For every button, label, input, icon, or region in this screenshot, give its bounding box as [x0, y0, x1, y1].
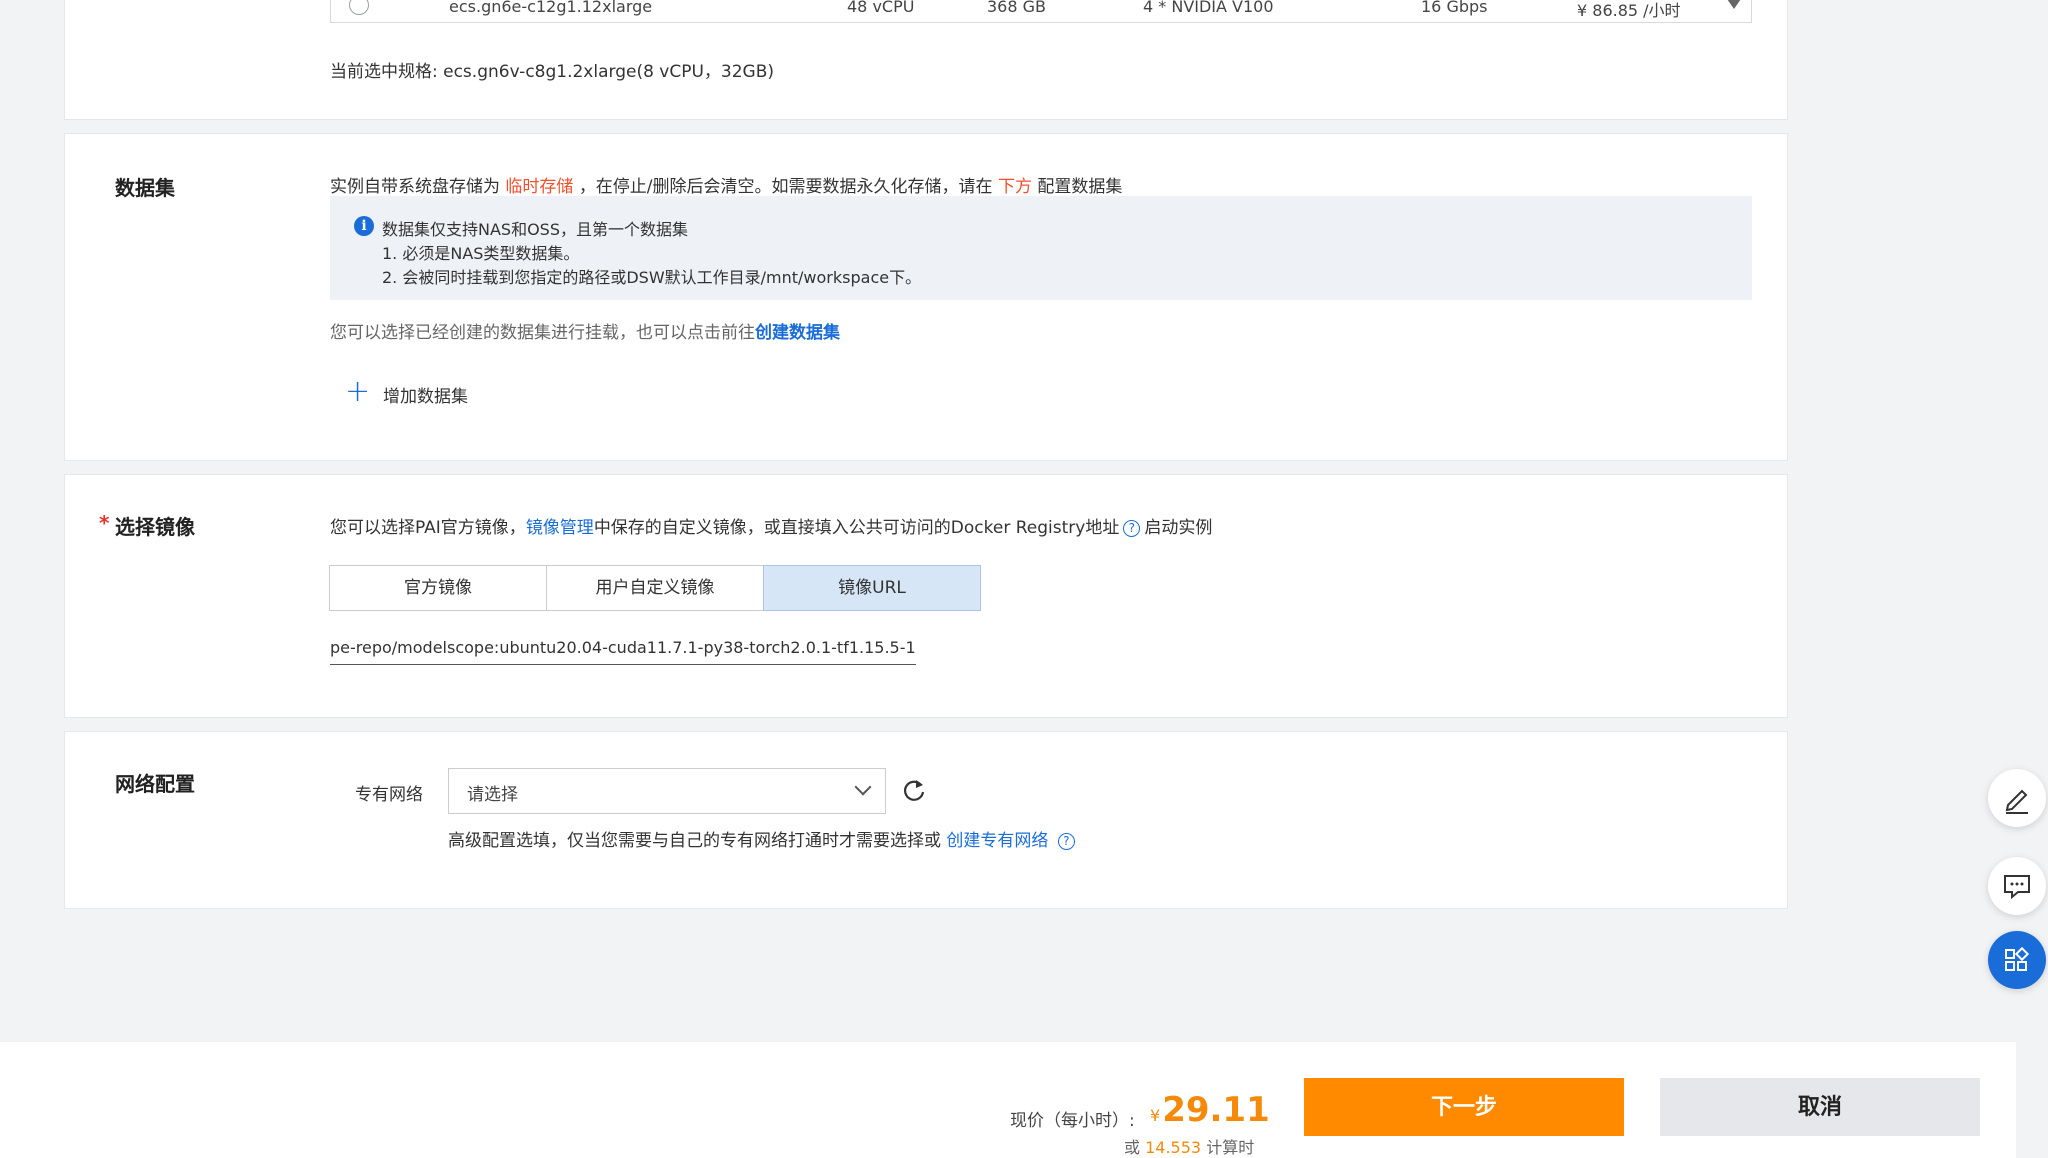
- dataset-desc: 实例自带系统盘存储为 临时存储 ，在停止/删除后会清空。如需要数据永久化存储，请…: [330, 172, 1122, 197]
- create-vpc-link[interactable]: 创建专有网络: [946, 831, 1048, 851]
- tab-custom-image[interactable]: 用户自定义镜像: [546, 565, 764, 611]
- price-currency: ¥: [1150, 1106, 1161, 1125]
- cancel-button[interactable]: 取消: [1660, 1078, 1980, 1136]
- network-card: 网络配置 专有网络 请选择 高级配置选填，仅当您需要与自己的专有网络打通时才需要…: [64, 731, 1788, 909]
- price-alt-value: 14.553: [1145, 1138, 1202, 1157]
- image-desc-middle: 中保存的自定义镜像，或直接填入公共可访问的Docker Registry地址: [593, 518, 1120, 538]
- dataset-card: 数据集 实例自带系统盘存储为 临时存储 ，在停止/删除后会清空。如需要数据永久化…: [64, 133, 1788, 461]
- pencil-icon: [2005, 789, 2028, 814]
- vpc-select[interactable]: 请选择: [448, 768, 886, 814]
- image-management-link[interactable]: 镜像管理: [526, 518, 594, 538]
- spec-gpu: 4 * NVIDIA V100: [1143, 0, 1274, 16]
- image-url-input[interactable]: pe-repo/modelscope:ubuntu20.04-cuda11.7.…: [330, 633, 916, 665]
- network-section-title: 网络配置: [115, 772, 195, 796]
- spec-name: ecs.gn6e-c12g1.12xlarge: [449, 0, 653, 16]
- tab-image-url[interactable]: 镜像URL: [763, 565, 981, 611]
- apps-float-button[interactable]: [1988, 931, 2046, 989]
- refresh-icon[interactable]: [899, 776, 929, 806]
- vpc-label: 专有网络: [355, 785, 423, 805]
- dataset-info-box: i 数据集仅支持NAS和OSS，且第一个数据集 1. 必须是NAS类型数据集。 …: [330, 196, 1752, 300]
- image-card: * 选择镜像 您可以选择PAI官方镜像，镜像管理中保存的自定义镜像，或直接填入公共…: [64, 474, 1788, 718]
- spec-radio[interactable]: [349, 0, 369, 15]
- spec-card: ecs.gn6e-c12g1.12xlarge 48 vCPU 368 GB 4…: [64, 0, 1788, 120]
- price-alt-suffix: 计算时: [1206, 1138, 1255, 1157]
- image-desc: 您可以选择PAI官方镜像，镜像管理中保存的自定义镜像，或直接填入公共可访问的Do…: [330, 513, 1212, 538]
- scroll-down-icon[interactable]: [1727, 0, 1741, 9]
- image-desc-suffix: 启动实例: [1144, 518, 1213, 538]
- add-dataset-label: 增加数据集: [383, 387, 468, 407]
- spec-vcpu: 48 vCPU: [847, 0, 915, 16]
- spec-table-row[interactable]: ecs.gn6e-c12g1.12xlarge 48 vCPU 368 GB 4…: [330, 0, 1752, 23]
- dataset-hint: 您可以选择已经创建的数据集进行挂载，也可以点击前往创建数据集: [330, 318, 840, 343]
- price-amount: 29.11: [1162, 1090, 1270, 1130]
- chat-icon: [2004, 875, 2030, 900]
- required-star-icon: *: [99, 511, 110, 535]
- info-line-3: 2. 会被同时挂载到您指定的路径或DSW默认工作目录/mnt/workspace…: [382, 268, 922, 287]
- bottom-action-bar: 现价（每小时）: ¥29.11 或 14.553 计算时 下一步 取消: [0, 1042, 2016, 1158]
- below-text: 下方: [997, 177, 1032, 197]
- price-value: ¥29.11: [1150, 1090, 1270, 1130]
- dataset-desc-prefix: 实例自带系统盘存储为: [330, 177, 500, 197]
- next-step-button[interactable]: 下一步: [1304, 1078, 1624, 1136]
- info-icon: i: [354, 216, 374, 236]
- dataset-desc-middle: ，在停止/删除后会清空。如需要数据永久化存储，请在: [578, 177, 993, 197]
- spec-price: ¥ 86.85 /小时: [1577, 1, 1681, 20]
- chevron-down-icon: [854, 778, 872, 796]
- network-hint: 高级配置选填，仅当您需要与自己的专有网络打通时才需要选择或 创建专有网络 ?: [448, 826, 1079, 851]
- edit-float-button[interactable]: [1988, 769, 2046, 827]
- image-section-title-text: 选择镜像: [115, 515, 195, 539]
- spec-memory: 368 GB: [987, 0, 1046, 16]
- image-source-tabs: 官方镜像 用户自定义镜像 镜像URL: [329, 565, 981, 611]
- price-alt-prefix: 或: [1124, 1138, 1141, 1157]
- feedback-float-button[interactable]: [1988, 857, 2046, 915]
- price-label: 现价（每小时）:: [1010, 1111, 1135, 1131]
- image-desc-prefix: 您可以选择PAI官方镜像，: [330, 518, 526, 538]
- image-section-title: * 选择镜像: [99, 511, 195, 540]
- network-hint-text: 高级配置选填，仅当您需要与自己的专有网络打通时才需要选择或: [448, 831, 941, 851]
- info-line-1: 数据集仅支持NAS和OSS，且第一个数据集: [382, 220, 688, 239]
- apps-grid-icon: [2005, 946, 2030, 971]
- tab-official-image[interactable]: 官方镜像: [329, 565, 547, 611]
- dataset-section-title: 数据集: [115, 176, 175, 200]
- temp-storage-text: 临时存储: [505, 177, 574, 197]
- dataset-hint-text: 您可以选择已经创建的数据集进行挂载，也可以点击前往: [330, 323, 755, 343]
- help-icon[interactable]: ?: [1057, 832, 1075, 850]
- info-line-2: 1. 必须是NAS类型数据集。: [382, 244, 580, 263]
- vpc-select-placeholder: 请选择: [467, 785, 518, 805]
- create-dataset-link[interactable]: 创建数据集: [755, 323, 840, 343]
- help-icon[interactable]: ?: [1123, 519, 1141, 537]
- spec-bandwidth: 16 Gbps: [1421, 0, 1488, 16]
- plus-icon: +: [345, 374, 371, 409]
- current-spec-text: 当前选中规格: ecs.gn6v-c8g1.2xlarge(8 vCPU，32G…: [330, 62, 775, 82]
- price-alt: 或 14.553 计算时: [1124, 1134, 1254, 1158]
- dataset-desc-suffix: 配置数据集: [1037, 177, 1123, 197]
